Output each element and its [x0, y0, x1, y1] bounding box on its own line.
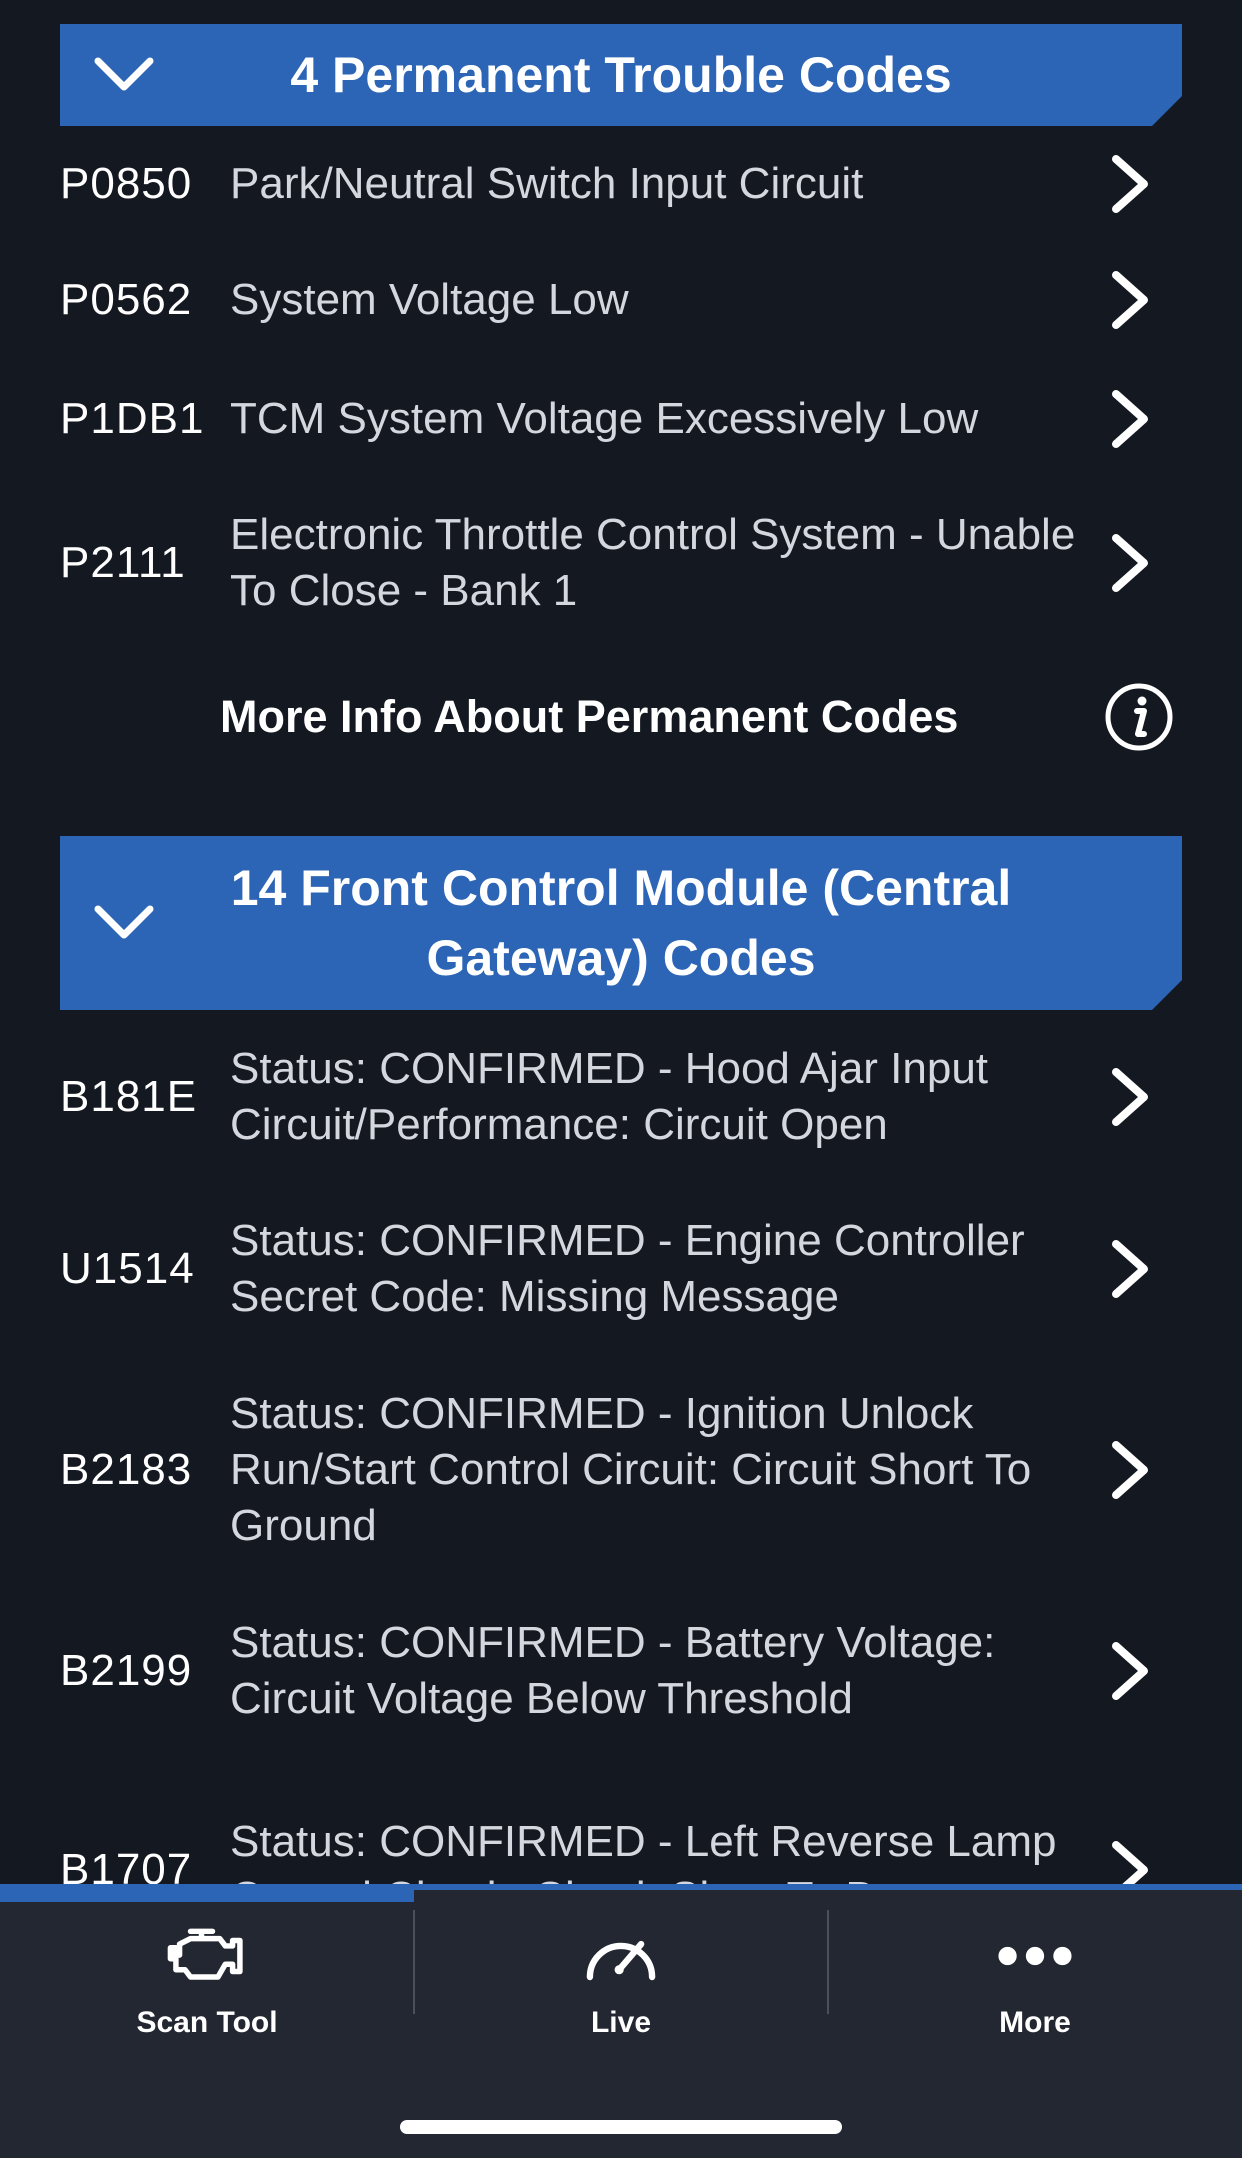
- tab-label: Live: [590, 2006, 652, 2039]
- chevron-down-icon: [92, 55, 156, 95]
- code-row[interactable]: B2199 Status: CONFIRMED - Battery Voltag…: [0, 1600, 1242, 1742]
- section-title: 14 Front Control Module (Central Gateway…: [230, 860, 1012, 986]
- tab-scan-tool[interactable]: Scan Tool: [0, 1890, 414, 2040]
- chevron-right-icon: [1112, 1441, 1148, 1499]
- code-id: B2199: [60, 1646, 193, 1695]
- code-row[interactable]: B1707 Status: CONFIRMED - Left Reverse L…: [0, 1776, 1242, 1884]
- app-screen: 4 Permanent Trouble Codes P0850 Park/Neu…: [0, 0, 1242, 2158]
- chevron-right-icon: [1112, 390, 1148, 448]
- code-id: B2183: [60, 1445, 193, 1494]
- code-row[interactable]: B2183 Status: CONFIRMED - Ignition Unloc…: [0, 1372, 1242, 1568]
- code-row[interactable]: P2111 Electronic Throttle Control System…: [0, 480, 1242, 646]
- code-description: Electronic Throttle Control System - Una…: [230, 510, 1076, 615]
- code-description: Status: CONFIRMED - Engine Controller Se…: [230, 1216, 1025, 1321]
- more-info-label: More Info About Permanent Codes: [220, 691, 959, 742]
- chevron-down-icon: [92, 903, 156, 943]
- code-id: U1514: [60, 1244, 195, 1293]
- code-row[interactable]: P0562 System Voltage Low: [0, 242, 1242, 358]
- code-row[interactable]: U1514 Status: CONFIRMED - Engine Control…: [0, 1198, 1242, 1340]
- engine-icon: [167, 1928, 243, 1980]
- code-description: Status: CONFIRMED - Hood Ajar Input Circ…: [230, 1044, 989, 1149]
- tab-more[interactable]: More: [828, 1890, 1242, 2040]
- code-description: Status: CONFIRMED - Left Reverse Lamp Co…: [230, 1817, 1057, 1884]
- code-id: P2111: [60, 538, 186, 587]
- code-description: System Voltage Low: [230, 275, 629, 324]
- code-row[interactable]: P0850 Park/Neutral Switch Input Circuit: [0, 126, 1242, 242]
- more-dots-icon: [998, 1946, 1072, 1966]
- chevron-right-icon: [1112, 1841, 1148, 1884]
- code-description: Park/Neutral Switch Input Circuit: [230, 159, 864, 208]
- tab-live[interactable]: Live: [414, 1890, 828, 2040]
- code-description: Status: CONFIRMED - Ignition Unlock Run/…: [230, 1389, 1032, 1550]
- info-icon[interactable]: [1104, 682, 1174, 752]
- code-id: B1707: [60, 1845, 193, 1884]
- chevron-right-icon: [1112, 534, 1148, 592]
- code-id: P1DB1: [60, 394, 205, 443]
- chevron-right-icon: [1112, 1240, 1148, 1298]
- speedometer-icon: [586, 1940, 656, 1981]
- section-header-permanent[interactable]: 4 Permanent Trouble Codes: [60, 24, 1182, 126]
- codes-list[interactable]: 4 Permanent Trouble Codes P0850 Park/Neu…: [0, 0, 1242, 1884]
- tab-label: Scan Tool: [136, 2006, 278, 2039]
- code-id: P0562: [60, 275, 193, 324]
- code-id: P0850: [60, 159, 193, 208]
- code-id: B181E: [60, 1072, 198, 1121]
- more-info-permanent-codes[interactable]: More Info About Permanent Codes: [0, 672, 1242, 762]
- code-description: Status: CONFIRMED - Battery Voltage: Cir…: [230, 1618, 996, 1723]
- home-indicator[interactable]: [400, 2120, 842, 2134]
- chevron-right-icon: [1112, 1642, 1148, 1700]
- section-header-front-control-module[interactable]: 14 Front Control Module (Central Gateway…: [60, 836, 1182, 1010]
- code-row[interactable]: P1DB1 TCM System Voltage Excessively Low: [0, 358, 1242, 480]
- code-row[interactable]: B181E Status: CONFIRMED - Hood Ajar Inpu…: [0, 1024, 1242, 1170]
- code-description: TCM System Voltage Excessively Low: [230, 394, 979, 443]
- chevron-right-icon: [1112, 271, 1148, 329]
- chevron-right-icon: [1112, 155, 1148, 213]
- section-title: 4 Permanent Trouble Codes: [290, 47, 952, 103]
- tab-label: More: [999, 2006, 1071, 2039]
- chevron-right-icon: [1112, 1068, 1148, 1126]
